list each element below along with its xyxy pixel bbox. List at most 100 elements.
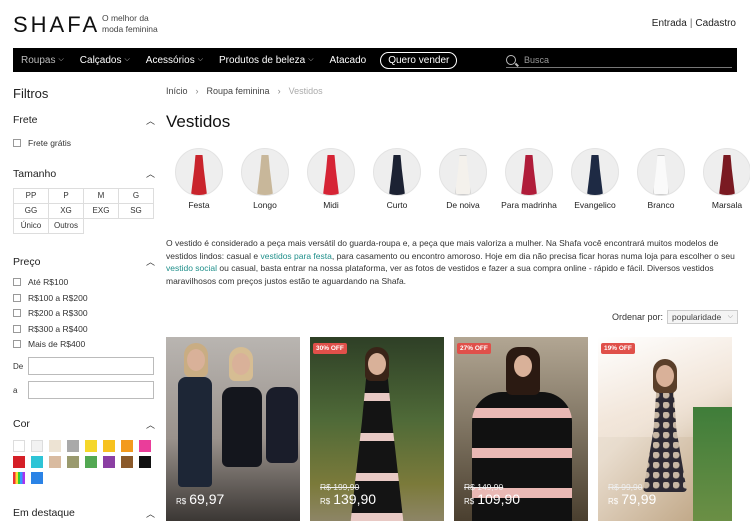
category-image[interactable] (505, 148, 553, 196)
color-swatch[interactable] (31, 456, 43, 468)
checkbox[interactable] (13, 309, 21, 318)
breadcrumb-home[interactable]: Início (166, 86, 188, 96)
nav-item-atacado[interactable]: Atacado (322, 48, 375, 72)
color-swatch[interactable] (67, 440, 79, 452)
price-option[interactable]: R$300 a R$400 (13, 321, 155, 337)
color-swatch[interactable] (103, 456, 115, 468)
size-option[interactable]: M (83, 187, 119, 204)
link-party-dresses[interactable]: vestidos para festa (261, 251, 332, 261)
product-card[interactable]: 30% OFF R$ 199,90 R$ 139,90 (310, 337, 444, 521)
login-link[interactable]: Entrada (652, 18, 687, 29)
checkbox[interactable] (13, 278, 21, 287)
sell-button[interactable]: Quero vender (380, 51, 458, 69)
size-option[interactable]: Único (13, 217, 49, 234)
size-option[interactable]: XG (48, 202, 84, 219)
size-option[interactable]: EXG (83, 202, 119, 219)
category-image[interactable] (637, 148, 685, 196)
color-swatch[interactable] (13, 472, 25, 484)
checkbox[interactable] (13, 293, 21, 302)
site-logo[interactable]: SHAFA (13, 12, 100, 38)
chevron-down-icon: ⌵ (124, 56, 130, 63)
checkbox[interactable] (13, 340, 21, 349)
color-swatch[interactable] (31, 440, 43, 452)
category-item[interactable]: Festa (166, 148, 232, 211)
checkbox[interactable] (13, 138, 21, 147)
color-swatch[interactable] (121, 440, 133, 452)
size-option[interactable]: G (118, 187, 154, 204)
size-option[interactable]: SG (118, 202, 154, 219)
color-swatch[interactable] (103, 440, 115, 452)
category-label[interactable]: Branco (629, 200, 693, 211)
chevron-up-icon[interactable]: ︿ (146, 114, 155, 127)
size-option[interactable]: PP (13, 187, 49, 204)
category-label[interactable]: Festa (167, 200, 231, 211)
chevron-up-icon[interactable]: ︿ (146, 167, 155, 180)
category-image[interactable] (241, 148, 289, 196)
size-option[interactable]: GG (13, 202, 49, 219)
category-item[interactable]: Para madrinha (496, 148, 562, 211)
color-swatch[interactable] (31, 472, 43, 484)
category-image[interactable] (175, 148, 223, 196)
category-label[interactable]: Midi (299, 200, 363, 211)
color-swatch[interactable] (49, 456, 61, 468)
checkbox[interactable] (13, 324, 21, 333)
link-social-dress[interactable]: vestido social (166, 263, 217, 273)
category-item[interactable]: Midi (298, 148, 364, 211)
chevron-up-icon[interactable]: ︿ (146, 255, 155, 268)
filter-section-color[interactable]: Cor ︿ (13, 417, 155, 431)
category-label[interactable]: Evangelico (563, 200, 627, 211)
nav-item-acessorios[interactable]: Acessórios ⌵ (138, 48, 211, 72)
category-item[interactable]: Marsala (694, 148, 750, 211)
category-label[interactable]: Longo (233, 200, 297, 211)
filter-section-size[interactable]: Tamanho ︿ (13, 167, 155, 181)
category-label[interactable]: Marsala (695, 200, 750, 211)
product-card[interactable]: 19% OFF R$ 99,90 R$ 79,99 (598, 337, 732, 521)
category-item[interactable]: Evangelico (562, 148, 628, 211)
size-option[interactable]: Outros (48, 217, 84, 234)
color-swatch[interactable] (121, 456, 133, 468)
color-swatch[interactable] (139, 440, 151, 452)
price-option[interactable]: R$100 a R$200 (13, 290, 155, 306)
category-image[interactable] (307, 148, 355, 196)
price-option[interactable]: Até R$100 (13, 275, 155, 291)
category-item[interactable]: De noiva (430, 148, 496, 211)
category-label[interactable]: Para madrinha (497, 200, 561, 211)
search-input[interactable] (524, 54, 714, 65)
size-option[interactable]: P (48, 187, 84, 204)
nav-item-calcados[interactable]: Calçados ⌵ (72, 48, 138, 72)
register-link[interactable]: Cadastro (695, 18, 736, 29)
sort-select[interactable]: popularidade ⌵ (667, 310, 739, 324)
color-swatch[interactable] (85, 440, 97, 452)
filter-option-free-shipping[interactable]: Frete grátis (13, 135, 155, 151)
price-from-input[interactable] (28, 357, 154, 375)
color-swatch[interactable] (85, 456, 97, 468)
nav-item-roupas[interactable]: Roupas ⌵ (13, 48, 72, 72)
category-item[interactable]: Longo (232, 148, 298, 211)
color-swatch[interactable] (67, 456, 79, 468)
category-image[interactable] (703, 148, 750, 196)
category-item[interactable]: Curto (364, 148, 430, 211)
color-swatch[interactable] (13, 440, 25, 452)
category-item[interactable]: Branco (628, 148, 694, 211)
filter-section-featured[interactable]: Em destaque ︿ (13, 506, 155, 520)
color-swatch[interactable] (139, 456, 151, 468)
category-label[interactable]: Curto (365, 200, 429, 211)
price-option[interactable]: Mais de R$400 (13, 337, 155, 353)
filter-section-shipping[interactable]: Frete ︿ (13, 113, 155, 127)
category-image[interactable] (571, 148, 619, 196)
category-image[interactable] (439, 148, 487, 196)
product-card[interactable]: 27% OFF R$ 149,90 R$ 109,90 (454, 337, 588, 521)
breadcrumb-category[interactable]: Roupa feminina (207, 86, 270, 96)
chevron-up-icon[interactable]: ︿ (146, 507, 155, 520)
product-card[interactable]: R$ 69,97 (166, 337, 300, 521)
search-icon[interactable] (506, 54, 516, 65)
nav-item-produtos-beleza[interactable]: Produtos de beleza ⌵ (211, 48, 321, 72)
color-swatch[interactable] (13, 456, 25, 468)
filter-section-price[interactable]: Preço ︿ (13, 255, 155, 269)
category-image[interactable] (373, 148, 421, 196)
color-swatch[interactable] (49, 440, 61, 452)
chevron-up-icon[interactable]: ︿ (146, 418, 155, 431)
category-label[interactable]: De noiva (431, 200, 495, 211)
price-to-input[interactable] (28, 381, 154, 399)
price-option[interactable]: R$200 a R$300 (13, 306, 155, 322)
